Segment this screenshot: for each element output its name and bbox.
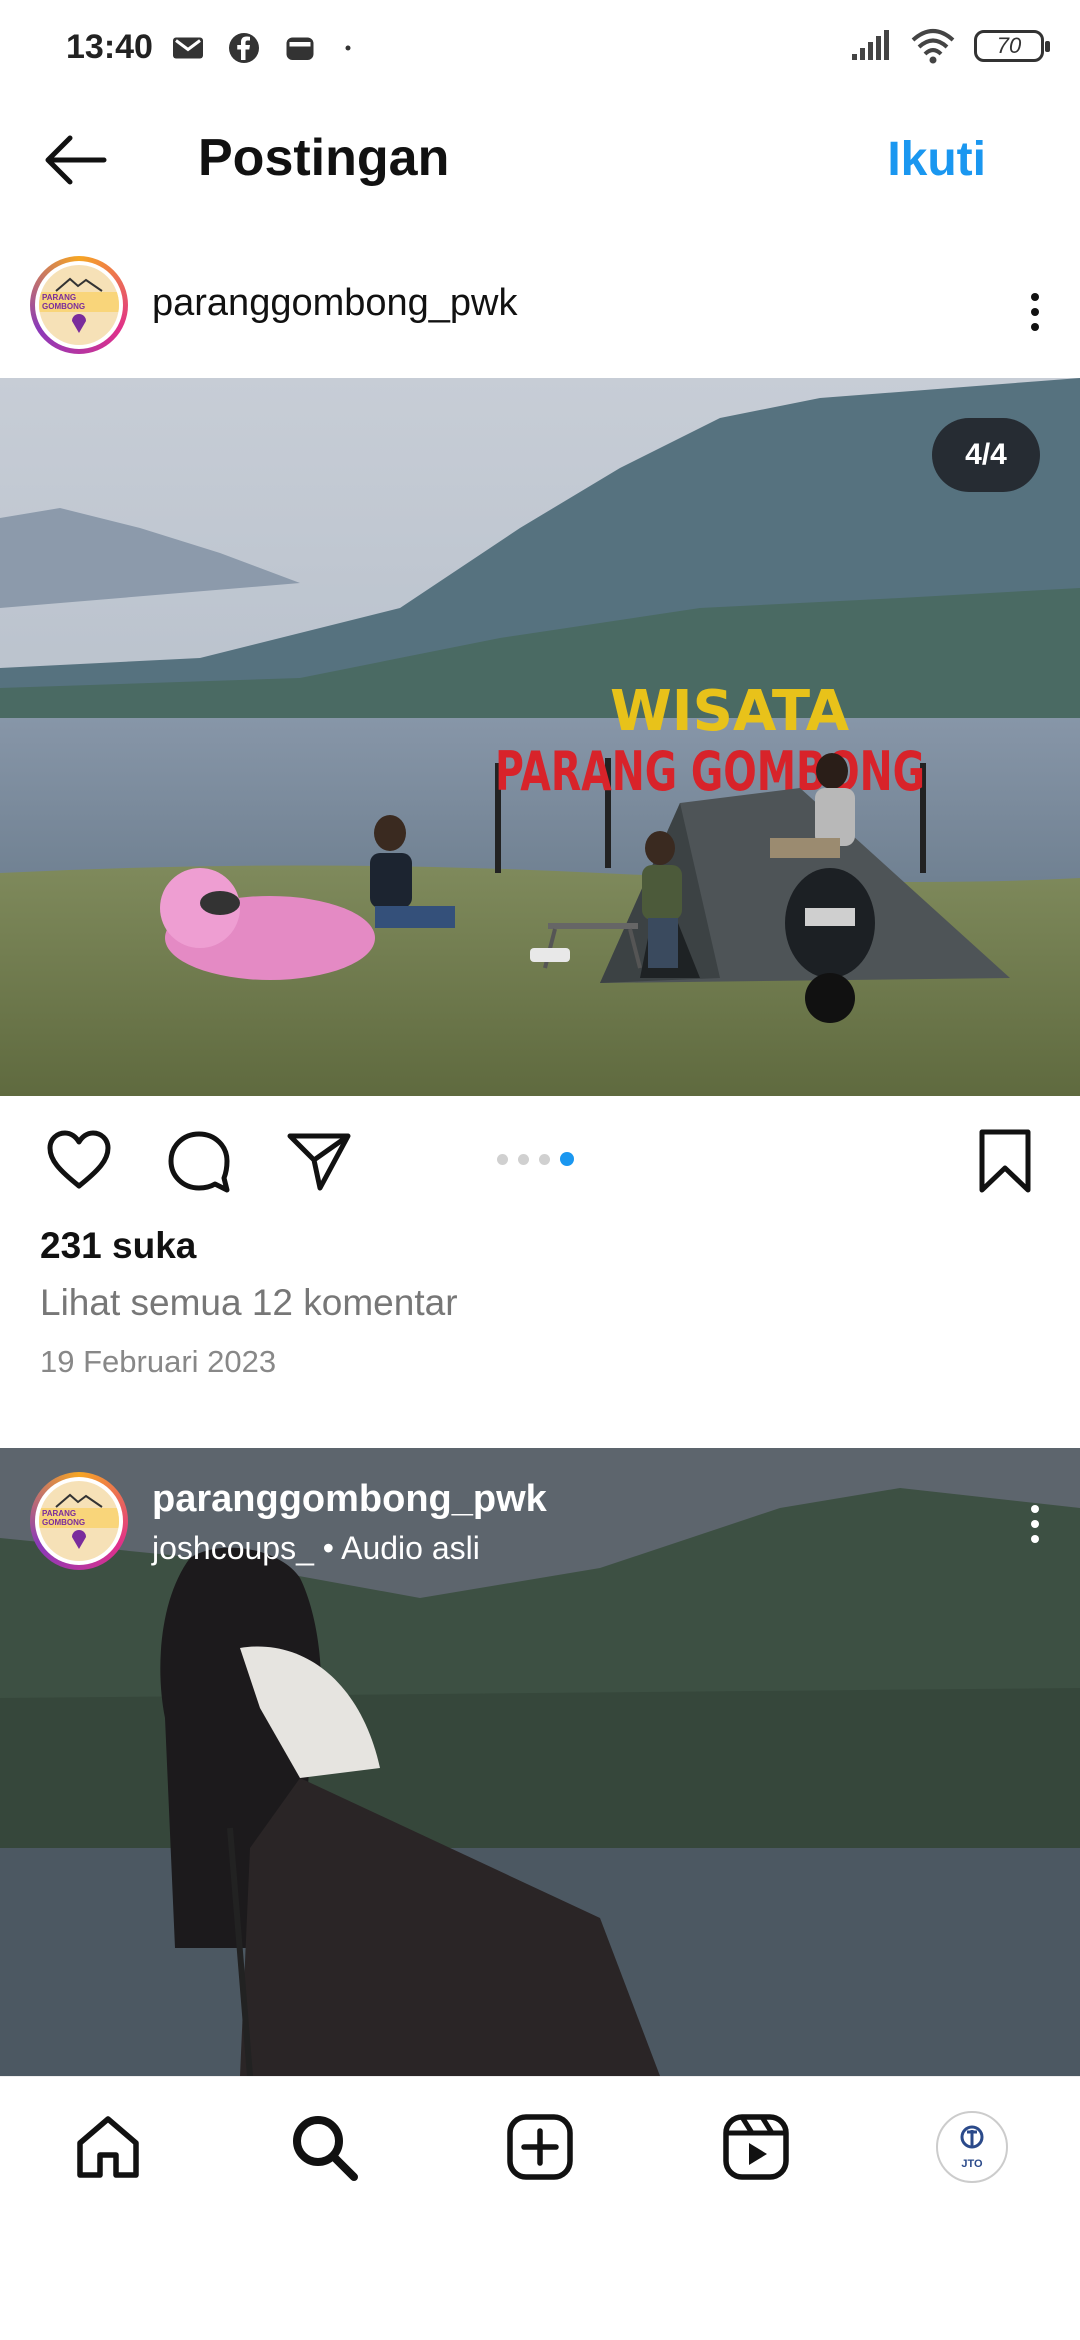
bookmark-button[interactable] (970, 1126, 1040, 1196)
jto-logo-icon (960, 2125, 984, 2149)
image-counter: 4/4 (932, 418, 1040, 492)
more-options-button[interactable] (1020, 282, 1050, 342)
landscape-photo: WISATA PARANG GOMBONG (0, 378, 1080, 1096)
carousel-dot-active (560, 1152, 574, 1166)
reel-audio-label[interactable]: joshcoups_ • Audio asli (152, 1530, 480, 1567)
status-time: 13:40 (66, 28, 153, 66)
carousel-indicator (497, 1152, 574, 1166)
mountain-logo-icon (55, 1493, 103, 1508)
post-actions (0, 1120, 1080, 1200)
reels-icon[interactable] (720, 2111, 792, 2183)
post-date: 19 Februari 2023 (40, 1344, 277, 1379)
page-title: Postingan (198, 129, 450, 187)
carousel-dot (518, 1153, 529, 1165)
location-pin-icon (72, 1530, 86, 1549)
battery-indicator: 70 (974, 30, 1050, 62)
carousel-dot (539, 1153, 550, 1165)
reel-header: PARANG GOMBONG paranggombong_pwk joshcou… (0, 1448, 1080, 1598)
search-icon[interactable] (288, 2111, 360, 2183)
avatar-logo-text: PARANG GOMBONG (39, 292, 119, 312)
comment-button[interactable] (164, 1126, 234, 1196)
reel-post[interactable]: PARANG GOMBONG paranggombong_pwk joshcou… (0, 1448, 1080, 2076)
carousel-dot (497, 1153, 508, 1165)
status-notification-icons (170, 30, 358, 66)
location-pin-icon (72, 314, 86, 333)
avatar-logo-text: PARANG GOMBONG (39, 1508, 119, 1528)
reel-username[interactable]: paranggombong_pwk (152, 1478, 547, 1521)
profile-avatar-label: JTO (961, 2158, 983, 2170)
gmail-icon (173, 37, 203, 59)
bottom-navigation: JTO (0, 2076, 1080, 2216)
post-header: PARANG GOMBONG paranggombong_pwk (0, 252, 1080, 382)
like-button[interactable] (44, 1126, 114, 1196)
reel-avatar[interactable]: PARANG GOMBONG (30, 1472, 128, 1570)
facebook-icon (229, 33, 259, 63)
top-header: Postingan Ikuti (0, 110, 1080, 210)
create-icon[interactable] (504, 2111, 576, 2183)
post-avatar[interactable]: PARANG GOMBONG (30, 256, 128, 354)
dot-icon (345, 45, 351, 51)
wallet-icon (286, 37, 314, 60)
mountain-logo-icon (55, 277, 103, 292)
signal-icon (852, 30, 889, 60)
follow-button[interactable]: Ikuti (887, 132, 986, 187)
status-bar: 13:40 70 (0, 0, 1080, 100)
likes-count[interactable]: 231 suka (40, 1225, 196, 1267)
reel-more-options-button[interactable] (1020, 1494, 1050, 1554)
profile-avatar[interactable]: JTO (936, 2111, 1008, 2183)
back-button[interactable] (40, 128, 110, 192)
wifi-icon (911, 29, 955, 64)
status-system-icons: 70 (850, 28, 1050, 64)
sign-top-text: WISATA (610, 679, 850, 744)
post-image[interactable]: WISATA PARANG GOMBONG 4/4 (0, 378, 1080, 1096)
post-username[interactable]: paranggombong_pwk (152, 282, 518, 325)
home-icon[interactable] (72, 2111, 144, 2183)
share-button[interactable] (284, 1126, 354, 1196)
sign-bottom-text: PARANG GOMBONG (495, 740, 925, 803)
view-comments-link[interactable]: Lihat semua 12 komentar (40, 1282, 458, 1324)
